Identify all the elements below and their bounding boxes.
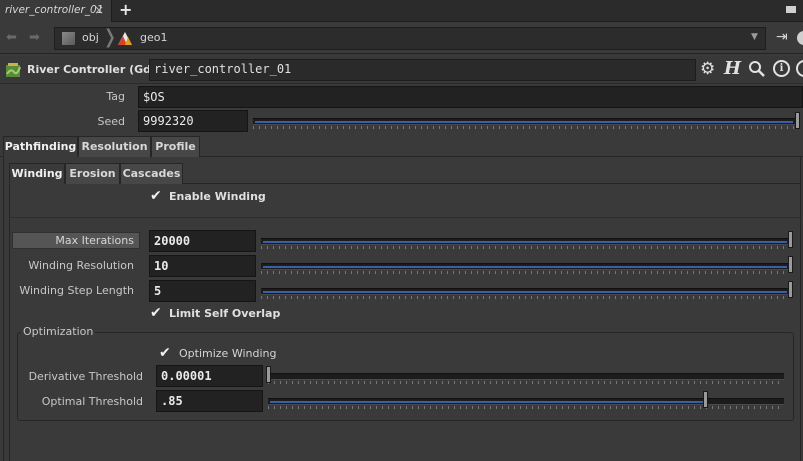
winding-step-length-slider-fill xyxy=(263,291,787,293)
seed-slider[interactable] xyxy=(253,118,795,129)
limit-self-overlap-checkbox[interactable]: ✔ xyxy=(150,306,163,320)
optimization-title: Optimization xyxy=(21,325,96,338)
seed-label: Seed xyxy=(97,115,126,128)
section-divider xyxy=(10,217,801,218)
optimize-winding-label: Optimize Winding xyxy=(179,347,277,360)
max-iterations-slider-handle[interactable] xyxy=(788,231,793,248)
seed-slider-handle[interactable] xyxy=(795,112,800,129)
search-icon[interactable] xyxy=(748,60,766,78)
path-obj[interactable]: obj xyxy=(82,31,99,44)
enable-winding-checkbox[interactable]: ✔ xyxy=(150,189,163,203)
winding-resolution-slider-handle[interactable] xyxy=(788,256,793,273)
max-iterations-slider[interactable] xyxy=(261,238,789,249)
derivative-threshold-field[interactable]: 0.00001 xyxy=(156,365,263,387)
tab-cascades[interactable]: Cascades xyxy=(120,163,183,184)
derivative-threshold-label: Derivative Threshold xyxy=(28,370,143,383)
tab-erosion[interactable]: Erosion xyxy=(65,163,120,184)
hda-icon[interactable]: H xyxy=(724,58,741,79)
tab-label: river_controller_01 xyxy=(5,4,104,16)
pin-icon[interactable]: ⇥ xyxy=(776,29,788,45)
pane-menu-icon[interactable] xyxy=(786,6,796,13)
tag-label: Tag xyxy=(106,90,125,103)
limit-self-overlap-label: Limit Self Overlap xyxy=(169,307,281,320)
winding-resolution-slider[interactable] xyxy=(261,263,789,274)
winding-step-length-slider-handle[interactable] xyxy=(788,281,793,298)
max-iterations-slider-fill xyxy=(263,241,787,243)
close-tab-icon[interactable]: × xyxy=(94,3,104,17)
forward-arrow-icon[interactable]: ➡ xyxy=(29,30,40,45)
obj-icon xyxy=(61,31,76,46)
optimal-threshold-label: Optimal Threshold xyxy=(41,395,143,408)
add-tab-icon[interactable]: + xyxy=(119,0,132,19)
derivative-threshold-slider-handle[interactable] xyxy=(266,366,271,383)
winding-step-length-label: Winding Step Length xyxy=(19,284,134,297)
gear-icon[interactable]: ⚙ xyxy=(700,59,715,79)
optimize-winding-checkbox[interactable]: ✔ xyxy=(159,346,172,360)
node-type-label: River Controller (Gdet) xyxy=(27,63,169,76)
info-icon[interactable]: i xyxy=(773,60,790,77)
seed-field[interactable]: 9992320 xyxy=(138,110,248,132)
max-iterations-label: Max Iterations xyxy=(55,234,134,247)
enable-winding-label: Enable Winding xyxy=(169,190,266,203)
tab-profile[interactable]: Profile xyxy=(151,136,200,157)
seed-slider-fill xyxy=(255,121,793,123)
geo-icon xyxy=(118,32,132,45)
optimal-threshold-slider-fill xyxy=(270,401,705,403)
derivative-threshold-slider[interactable] xyxy=(268,373,784,384)
optimal-threshold-field[interactable]: .85 xyxy=(156,390,263,412)
winding-resolution-label: Winding Resolution xyxy=(28,259,134,272)
max-iterations-field[interactable]: 20000 xyxy=(149,230,256,252)
optimal-threshold-slider-handle[interactable] xyxy=(703,391,708,408)
river-controller-icon xyxy=(6,63,21,77)
winding-resolution-slider-fill xyxy=(263,266,787,268)
node-name: river_controller_01 xyxy=(154,62,292,76)
tab-winding[interactable]: Winding xyxy=(9,163,65,184)
tag-field[interactable]: $OS xyxy=(138,86,803,108)
tab-resolution[interactable]: Resolution xyxy=(78,136,151,157)
path-separator-icon: ❭ xyxy=(102,26,118,48)
back-arrow-icon[interactable]: ⬅ xyxy=(6,30,17,45)
winding-resolution-field[interactable]: 10 xyxy=(149,255,256,277)
winding-step-length-field[interactable]: 5 xyxy=(149,280,256,302)
path-geo[interactable]: geo1 xyxy=(140,31,167,44)
path-dropdown-icon[interactable]: ▼ xyxy=(751,32,758,42)
tab-pathfinding[interactable]: Pathfinding xyxy=(3,136,78,157)
winding-step-length-slider[interactable] xyxy=(261,288,789,299)
